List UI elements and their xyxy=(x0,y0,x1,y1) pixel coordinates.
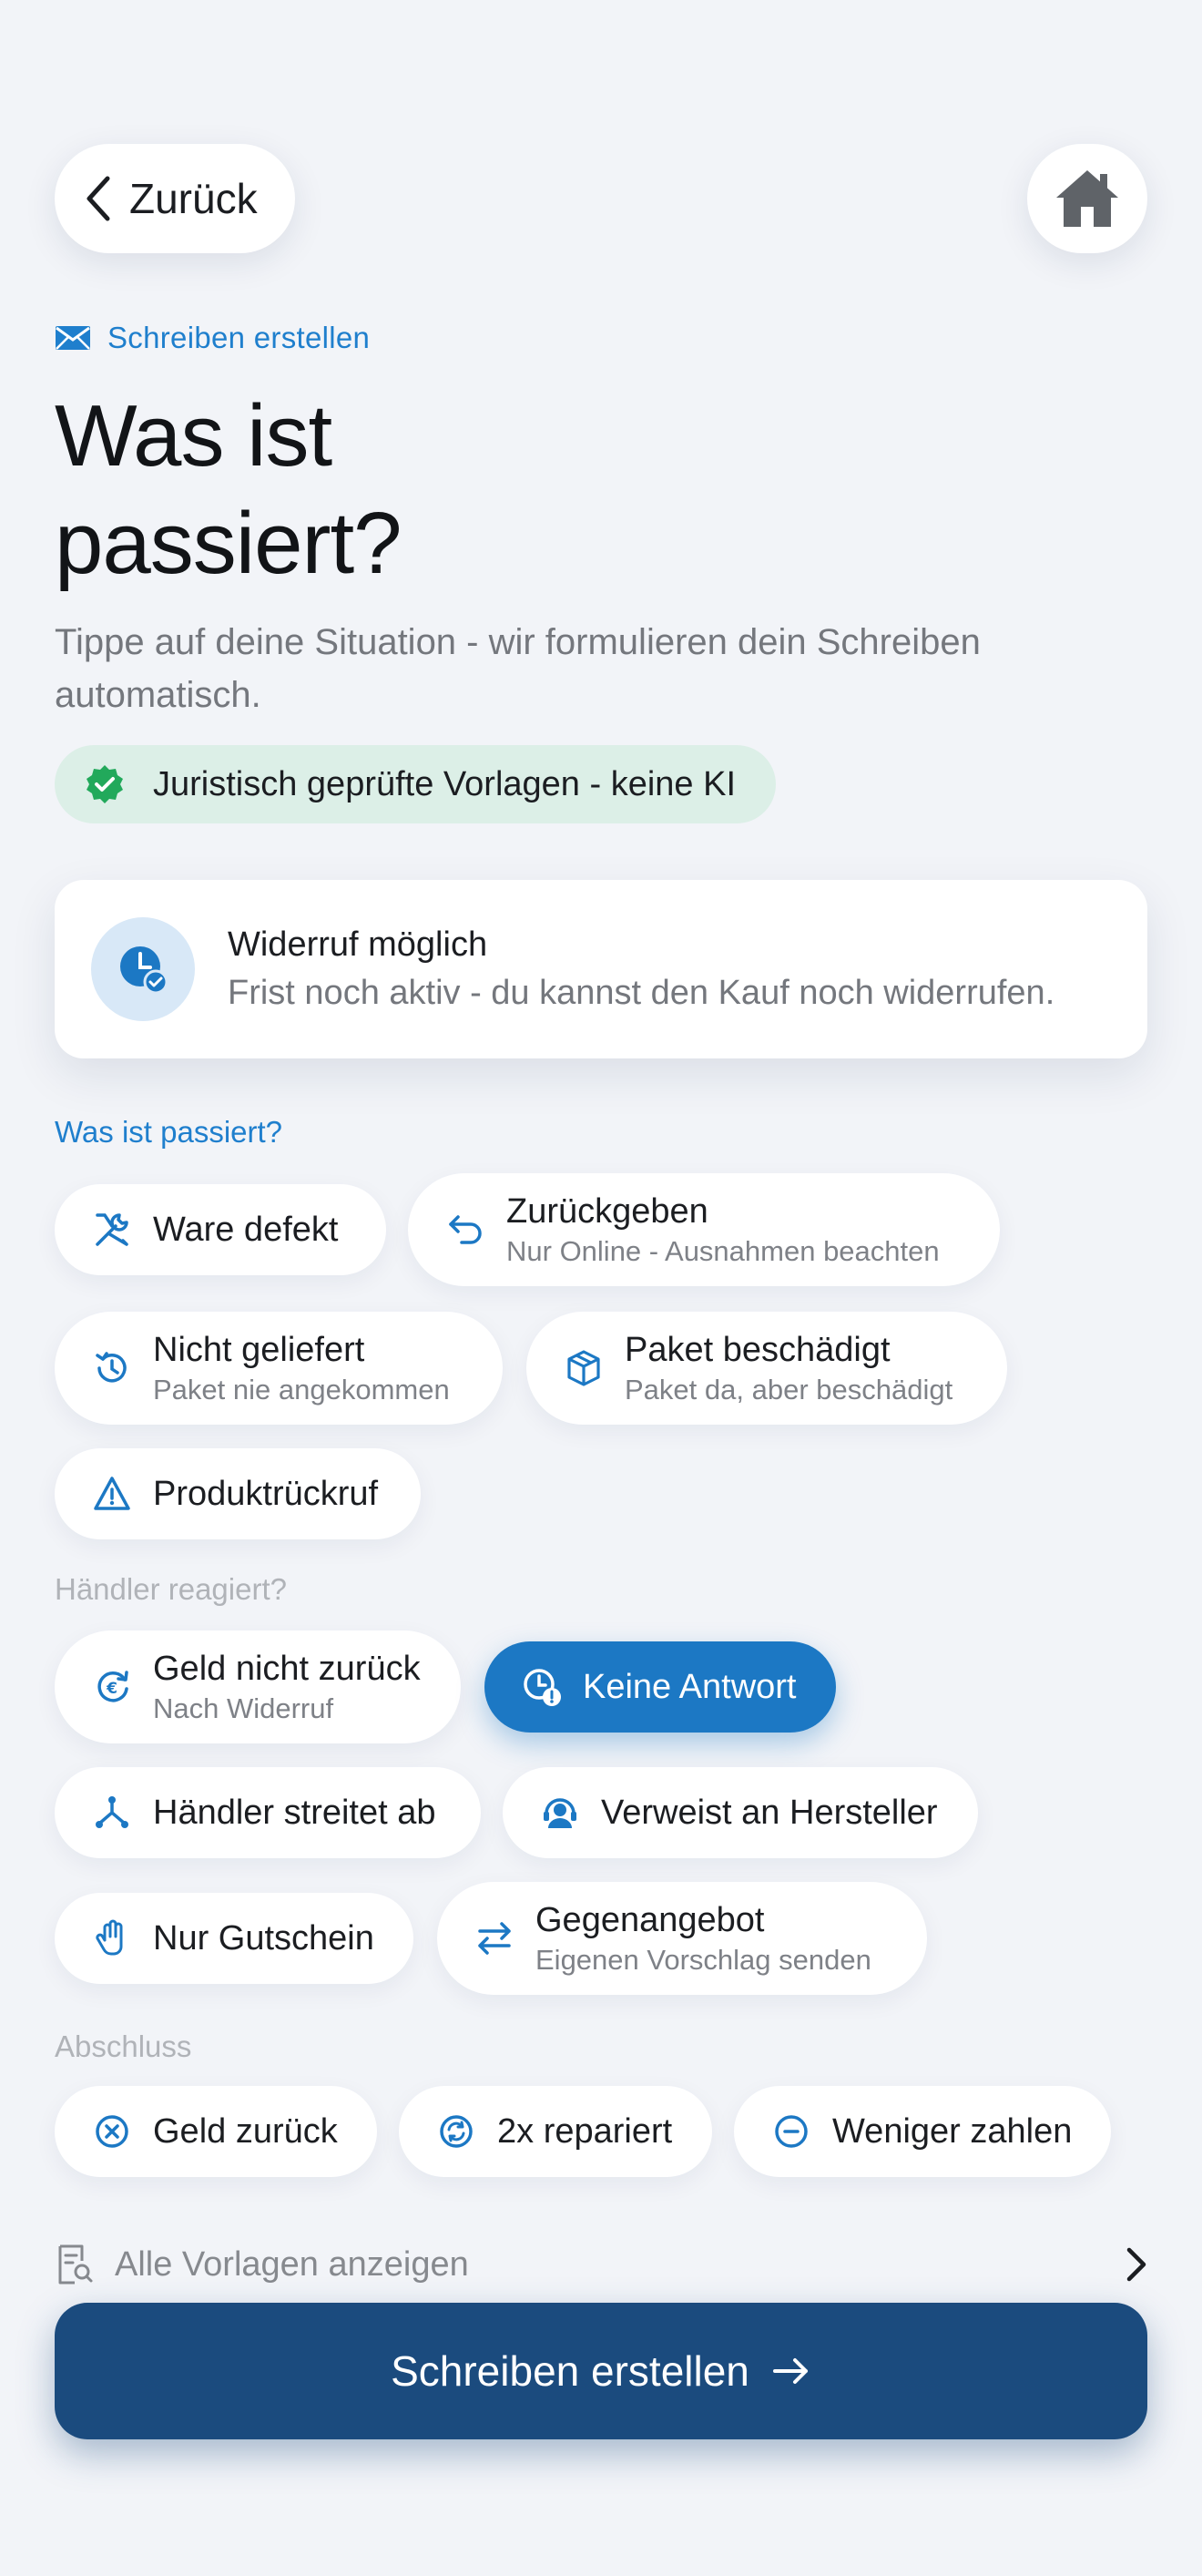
badge-text: Juristisch geprüfte Vorlagen - keine KI xyxy=(153,764,737,803)
section-label-what: Was ist passiert? xyxy=(55,1115,283,1149)
chip-label: Ware defekt xyxy=(153,1210,339,1249)
chip-label: Gegenangebot xyxy=(535,1900,765,1939)
chip-label: Zurückgeben xyxy=(506,1191,708,1231)
page-title: Was ist passiert? xyxy=(55,383,692,598)
cta-label: Schreiben erstellen xyxy=(391,2347,749,2395)
verified-check-icon xyxy=(84,763,153,805)
chip-haendler-streitet-ab[interactable]: Händler streitet ab xyxy=(55,1767,481,1858)
swap-arrows-icon xyxy=(474,1917,515,1959)
eyebrow-text: Schreiben erstellen xyxy=(107,321,371,354)
chip-zurueckgeben[interactable]: Zurückgeben Nur Online - Ausnahmen beach… xyxy=(408,1173,1000,1286)
chip-label: Händler streitet ab xyxy=(153,1793,436,1832)
chip-label: Keine Antwort xyxy=(583,1667,797,1706)
chip-keine-antwort[interactable]: Keine Antwort xyxy=(484,1641,836,1733)
chevron-right-icon xyxy=(1124,2246,1147,2283)
chip-label: Weniger zahlen xyxy=(832,2111,1073,2151)
chip-nicht-geliefert[interactable]: Nicht geliefert Paket nie angekommen xyxy=(55,1312,503,1425)
chip-paket-beschaedigt[interactable]: Paket beschädigt Paket da, aber beschädi… xyxy=(526,1312,1007,1425)
title-line-1: Was ist xyxy=(55,387,332,485)
section-label-merchant: Händler reagiert? xyxy=(55,1572,287,1606)
history-icon xyxy=(91,1347,133,1389)
sync-icon xyxy=(435,2111,477,2152)
chip-label: Nicht geliefert xyxy=(153,1330,365,1369)
page-subtitle: Tippe auf deine Situation - wir formulie… xyxy=(55,622,981,715)
support-agent-icon xyxy=(539,1792,581,1834)
warning-icon xyxy=(91,1473,133,1515)
circle-minus-icon xyxy=(770,2111,812,2152)
clock-alert-icon xyxy=(521,1666,563,1708)
chevron-left-icon xyxy=(82,175,113,222)
back-button[interactable]: Zurück xyxy=(55,144,295,253)
return-arrow-icon xyxy=(444,1209,486,1251)
chip-gegenangebot[interactable]: Gegenangebot Eigenen Vorschlag senden xyxy=(437,1882,927,1995)
arrow-right-icon xyxy=(749,2355,811,2387)
chip-geld-nicht-zurueck[interactable]: € Geld nicht zurück Nach Widerruf xyxy=(55,1630,461,1743)
home-icon xyxy=(1053,167,1122,230)
all-templates-label: Alle Vorlagen anzeigen xyxy=(115,2244,469,2284)
circle-x-icon xyxy=(91,2111,133,2152)
chip-2x-repariert[interactable]: 2x repariert xyxy=(399,2086,712,2177)
all-templates-link[interactable]: Alle Vorlagen anzeigen xyxy=(55,2237,1147,2292)
tools-icon xyxy=(91,1209,133,1251)
create-letter-button[interactable]: Schreiben erstellen xyxy=(55,2303,1147,2439)
chip-label: 2x repariert xyxy=(497,2111,673,2151)
euro-refresh-icon: € xyxy=(91,1666,133,1708)
chip-label: Nur Gutschein xyxy=(153,1918,374,1958)
chip-sublabel: Paket da, aber beschädigt xyxy=(625,1373,953,1406)
mail-icon xyxy=(55,324,107,352)
verified-badge: Juristisch geprüfte Vorlagen - keine KI xyxy=(55,745,776,823)
eyebrow: Schreiben erstellen xyxy=(55,321,370,355)
chip-sublabel: Nach Widerruf xyxy=(153,1692,334,1724)
chip-weniger-zahlen[interactable]: Weniger zahlen xyxy=(734,2086,1111,2177)
hand-icon xyxy=(91,1917,133,1959)
chip-ware-defekt[interactable]: Ware defekt xyxy=(55,1184,386,1275)
chip-label: Verweist an Hersteller xyxy=(601,1793,938,1832)
status-title: Widerruf möglich xyxy=(228,925,488,964)
chip-nur-gutschein[interactable]: Nur Gutschein xyxy=(55,1893,413,1984)
back-label: Zurück xyxy=(129,175,258,222)
split-arrows-icon xyxy=(91,1792,133,1834)
chip-label: Geld nicht zurück xyxy=(153,1649,421,1688)
title-line-2: passiert? xyxy=(55,495,402,592)
document-search-icon xyxy=(55,2243,95,2286)
chip-sublabel: Nur Online - Ausnahmen beachten xyxy=(506,1234,940,1267)
chip-sublabel: Paket nie angekommen xyxy=(153,1373,450,1406)
svg-text:€: € xyxy=(106,1680,117,1698)
section-label-closing: Abschluss xyxy=(55,2029,192,2063)
chip-label: Paket beschädigt xyxy=(625,1330,891,1369)
chip-geld-zurueck[interactable]: Geld zurück xyxy=(55,2086,377,2177)
status-icon-circle xyxy=(91,917,195,1021)
home-button[interactable] xyxy=(1027,144,1147,253)
package-icon xyxy=(563,1347,605,1389)
chip-label: Geld zurück xyxy=(153,2111,338,2151)
chip-label: Produktrückruf xyxy=(153,1474,379,1513)
status-card: Widerruf möglich Frist noch aktiv - du k… xyxy=(55,880,1147,1058)
clock-check-icon xyxy=(116,942,170,997)
chip-sublabel: Eigenen Vorschlag senden xyxy=(535,1943,871,1976)
chip-produktrueckruf[interactable]: Produktrückruf xyxy=(55,1448,421,1539)
status-text: Frist noch aktiv - du kannst den Kauf no… xyxy=(228,974,1055,1012)
chip-verweist-an-hersteller[interactable]: Verweist an Hersteller xyxy=(503,1767,978,1858)
